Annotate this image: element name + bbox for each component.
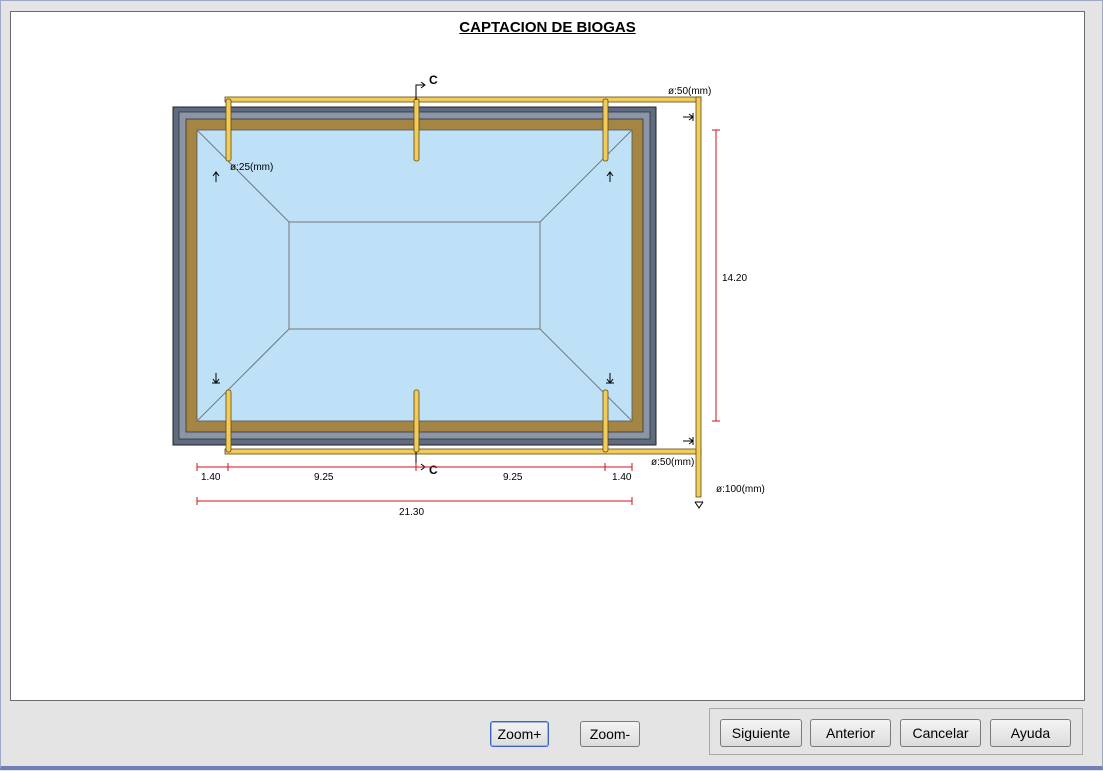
biogas-plan-drawing: C C ø:50(mm) ø:50(mm) ø:25(mm) ø:100(mm)… bbox=[172, 73, 765, 518]
cancel-button[interactable]: Cancelar bbox=[900, 719, 981, 747]
help-button[interactable]: Ayuda bbox=[990, 719, 1071, 747]
pipe-label-outlet: ø:100(mm) bbox=[716, 484, 765, 495]
dim-height-label: 14.20 bbox=[722, 273, 747, 284]
dim-segment-label: 1.40 bbox=[201, 472, 221, 483]
zoom-in-button[interactable]: Zoom+ bbox=[490, 721, 549, 747]
pipe-branch bbox=[413, 389, 420, 453]
previous-button[interactable]: Anterior bbox=[810, 719, 891, 747]
dim-segment-label: 1.40 bbox=[612, 472, 632, 483]
dim-segment-label: 9.25 bbox=[314, 472, 334, 483]
drawing-canvas: CAPTACION DE BIOGAS C C ø:50(mm) ø:50(mm… bbox=[10, 11, 1085, 701]
section-label-bottom: C bbox=[429, 463, 438, 477]
pipe-branch bbox=[225, 98, 232, 162]
arrow-right-icon bbox=[683, 437, 694, 445]
pipe-branch bbox=[413, 98, 420, 162]
zoom-out-button[interactable]: Zoom- bbox=[580, 721, 640, 747]
next-button[interactable]: Siguiente bbox=[720, 719, 802, 747]
pipe-main-vertical bbox=[695, 96, 702, 498]
section-label-top: C bbox=[429, 73, 438, 87]
arrow-down-icon bbox=[694, 501, 704, 509]
pipe-branch bbox=[225, 389, 232, 453]
pipe-label-main-bottom: ø:50(mm) bbox=[651, 457, 694, 468]
pipe-main-bottom bbox=[224, 448, 702, 455]
dim-total-label: 21.30 bbox=[399, 507, 424, 518]
pipe-label-main-top: ø:50(mm) bbox=[668, 86, 711, 97]
pipe-label-branch: ø:25(mm) bbox=[230, 162, 273, 173]
pipe-branch bbox=[602, 389, 609, 453]
pipe-main-top bbox=[224, 96, 702, 103]
arrow-right-icon bbox=[683, 113, 694, 121]
pit-bottom bbox=[288, 221, 541, 330]
dim-segment-label: 9.25 bbox=[503, 472, 523, 483]
pipe-branch bbox=[602, 98, 609, 162]
